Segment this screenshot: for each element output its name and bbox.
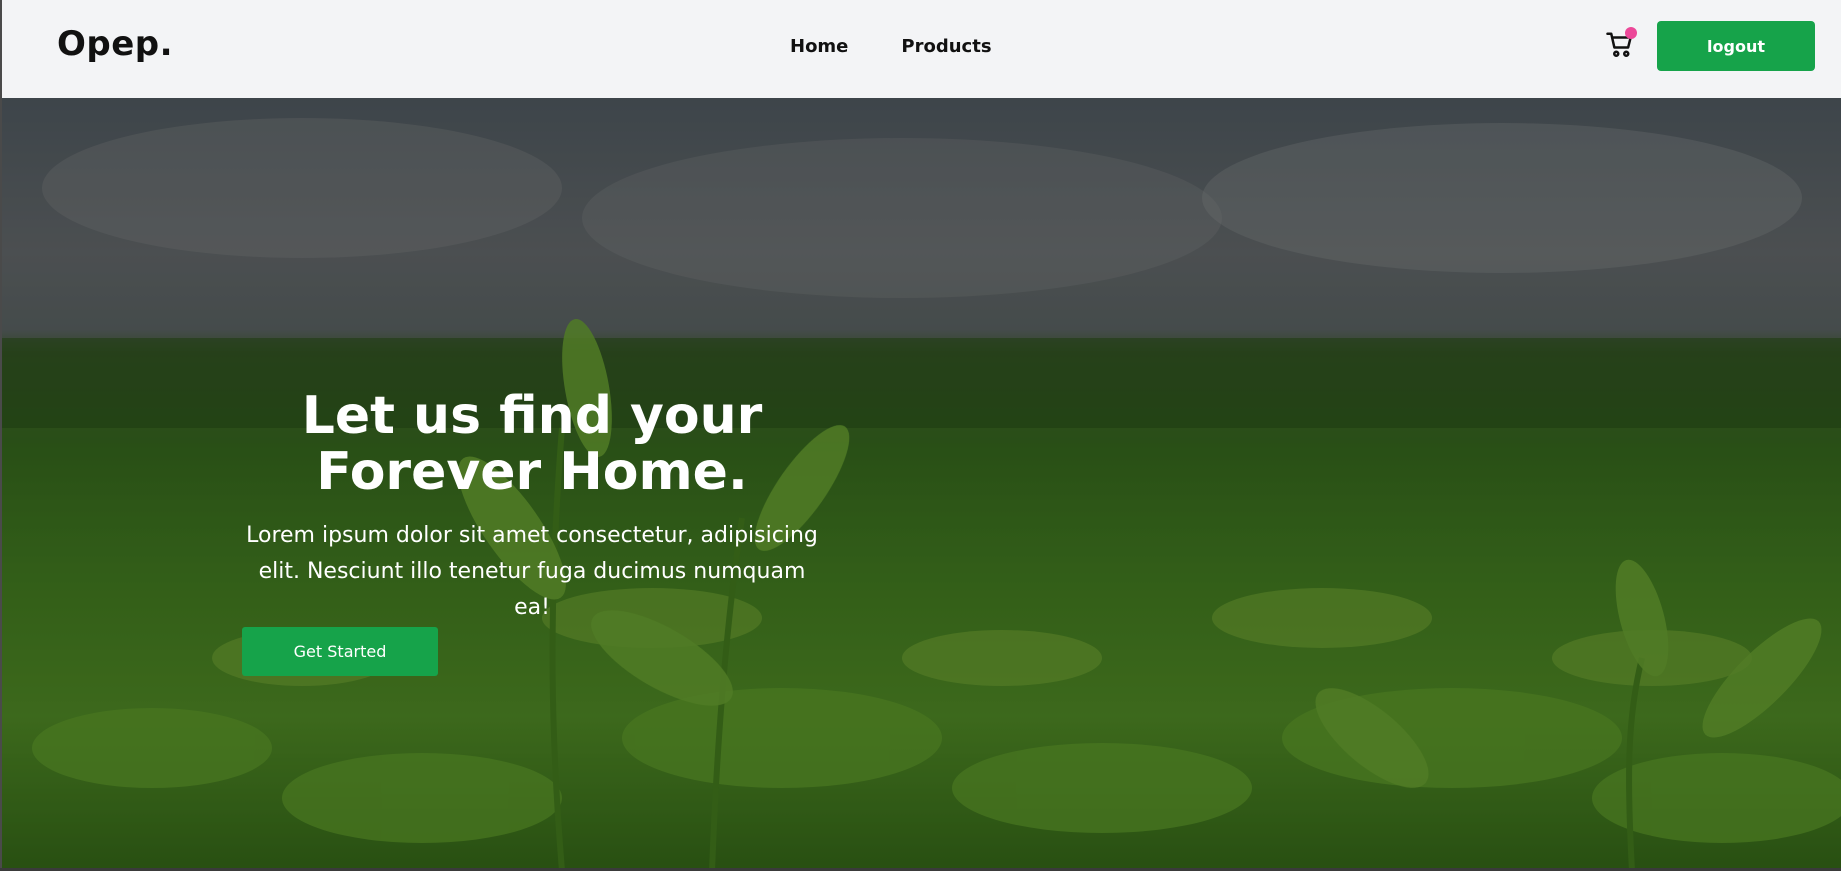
nav-link-home[interactable]: Home [790, 36, 848, 57]
brand-logo[interactable]: Opep. [57, 24, 173, 64]
hero-section: Let us find your Forever Home. Lorem ips… [0, 98, 1841, 871]
logout-button[interactable]: logout [1657, 21, 1815, 71]
main-nav: Home Products [790, 36, 992, 57]
top-navbar: Opep. Home Products logout [0, 0, 1841, 98]
get-started-button[interactable]: Get Started [242, 627, 438, 676]
nav-link-products[interactable]: Products [901, 36, 991, 57]
hero-description: Lorem ipsum dolor sit amet consectetur, … [246, 523, 818, 620]
page: Opep. Home Products logout Let us find y… [0, 0, 1841, 871]
cart-badge-dot [1625, 27, 1637, 39]
hero-title: Let us find your Forever Home. [301, 386, 763, 502]
